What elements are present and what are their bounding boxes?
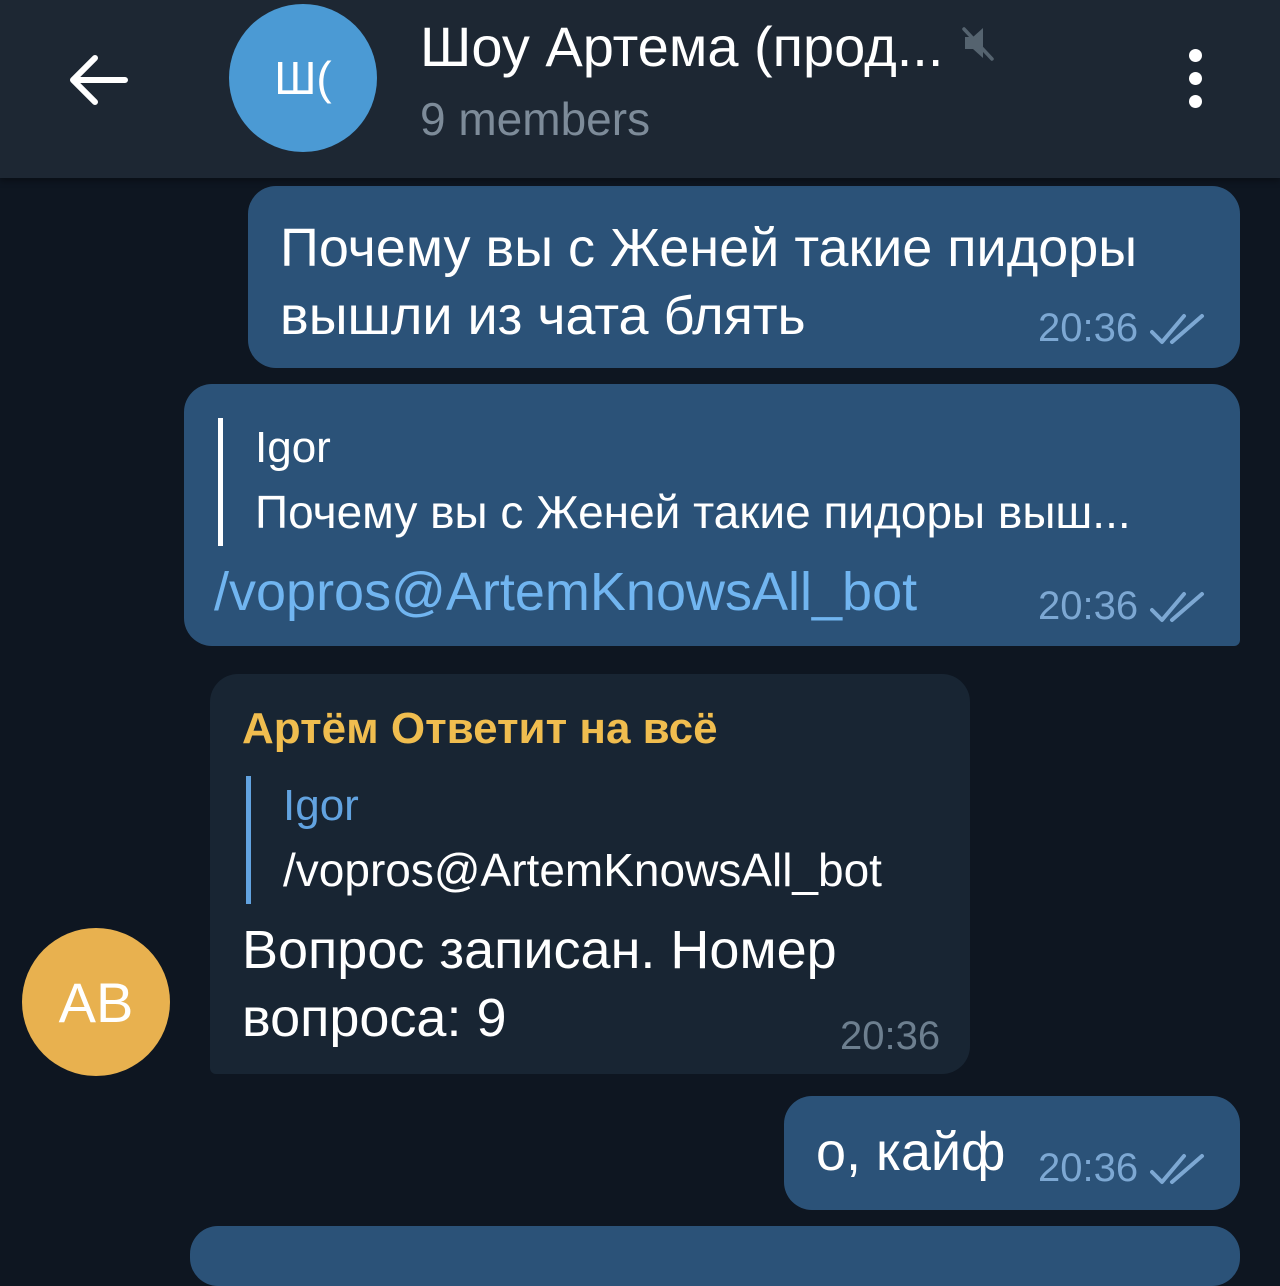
message-bubble[interactable]: Почему вы с Женей такие пидоры вышли из …: [248, 186, 1240, 368]
message-line: вышли из чата блять: [280, 286, 806, 346]
message-time: 20:36: [1038, 1146, 1139, 1190]
message-bubble[interactable]: [190, 1226, 1240, 1286]
message-time: 20:36: [1038, 306, 1139, 350]
back-button[interactable]: [56, 38, 140, 122]
message-line: Почему вы с Женей такие пидоры: [280, 218, 1138, 278]
chat-title[interactable]: Шоу Артема (прод...: [420, 14, 943, 79]
reply-author: Igor: [283, 781, 359, 830]
vertical-dots-icon: [1188, 71, 1202, 85]
vertical-dots-icon: [1188, 94, 1202, 108]
reply-author: Igor: [255, 423, 331, 472]
sender-name[interactable]: Артём Ответит на всё: [242, 704, 718, 754]
chat-member-count: 9 members: [420, 93, 651, 145]
reply-text: Почему вы с Женей такие пидоры выш...: [255, 486, 1131, 538]
chat-header: Ш( Шоу Артема (прод... 9 members: [0, 0, 1280, 178]
double-check-icon: [1150, 591, 1205, 622]
message-text: о, кайф: [816, 1122, 1006, 1182]
message-time: 20:36: [840, 1014, 941, 1058]
message-line: Вопрос записан. Номер: [242, 920, 837, 980]
reply-quote[interactable]: Igor /vopros@ArtemKnowsAll_bot: [246, 776, 882, 904]
message-bubble[interactable]: Артём Ответит на всё Igor /vopros@ArtemK…: [210, 674, 970, 1074]
reply-quote[interactable]: Igor Почему вы с Женей такие пидоры выш.…: [218, 418, 1131, 546]
chat-avatar[interactable]: Ш(: [229, 4, 377, 152]
vertical-dots-icon: [1188, 48, 1202, 62]
bot-command-link[interactable]: /vopros@ArtemKnowsAll_bot: [214, 558, 917, 626]
more-options-button[interactable]: [1160, 36, 1230, 120]
double-check-icon: [1150, 313, 1205, 344]
message-bubble[interactable]: Igor Почему вы с Женей такие пидоры выш.…: [184, 384, 1240, 646]
chat-title-wrap[interactable]: Шоу Артема (прод...: [420, 14, 995, 79]
message-line: вопроса: 9: [242, 988, 507, 1048]
reply-text: /vopros@ArtemKnowsAll_bot: [283, 844, 882, 896]
sender-avatar[interactable]: AB: [22, 928, 170, 1076]
double-check-icon: [1150, 1153, 1205, 1184]
mute-icon: [962, 26, 995, 61]
arrow-left-icon: [70, 55, 128, 105]
message-time: 20:36: [1038, 584, 1139, 628]
message-bubble[interactable]: о, кайф 20:36: [784, 1096, 1240, 1210]
